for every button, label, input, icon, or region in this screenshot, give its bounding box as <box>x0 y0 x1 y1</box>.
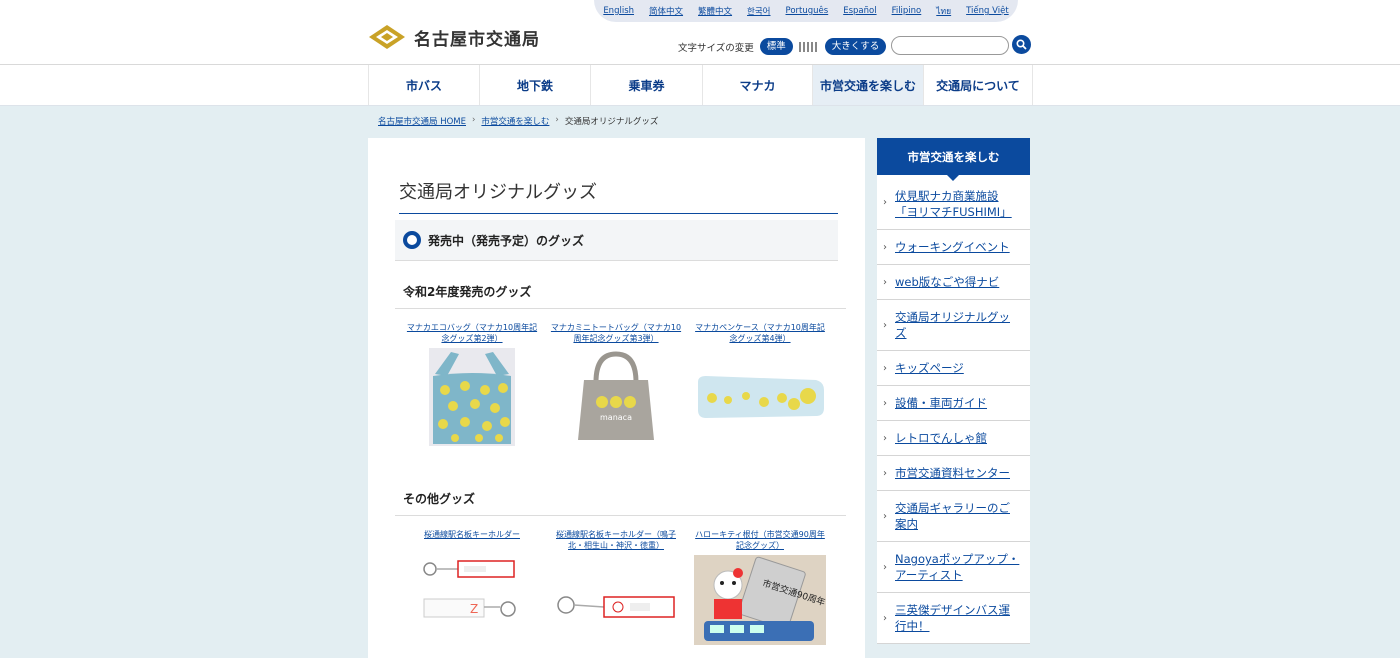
lang-link-filipino[interactable]: Filipino <box>892 6 922 16</box>
chevron-right-icon: › <box>883 197 887 208</box>
site-logo[interactable]: 名古屋市交通局 <box>368 24 540 50</box>
chevron-right-icon: › <box>883 433 887 444</box>
sidebar: 市営交通を楽しむ › 伏見駅ナカ商業施設「ヨリマチFUSHIMI」 › ウォーキ… <box>877 138 1030 644</box>
lang-link-simplified-chinese[interactable]: 简体中文 <box>649 5 683 17</box>
text-size-control: 文字サイズの変更 標準 大きくする <box>678 38 887 55</box>
tote-bag-image[interactable]: manaca <box>566 348 666 446</box>
chevron-right-icon: › <box>883 320 887 331</box>
lang-link-spanish[interactable]: Español <box>843 6 876 16</box>
sidebar-item-label[interactable]: ウォーキングイベント <box>895 240 1010 254</box>
chevron-right-icon: › <box>883 398 887 409</box>
goods-item: マナカエコバッグ（マナカ10周年記念グッズ第2弾） <box>401 322 543 446</box>
eco-bag-image[interactable] <box>429 348 515 446</box>
goods-item: マナカミニトートバッグ（マナカ10周年記念グッズ第3弾） manaca <box>545 322 687 446</box>
nav-item-tickets[interactable]: 乗車券 <box>591 65 703 105</box>
ring-bullet-icon <box>403 231 421 249</box>
sidebar-item-label[interactable]: 三英傑デザインバス運行中！ <box>895 603 1010 633</box>
sidebar-item-design-bus[interactable]: › 三英傑デザインバス運行中！ <box>877 593 1030 644</box>
chevron-right-icon: › <box>883 363 887 374</box>
subsection-heading: 令和2年度発売のグッズ <box>395 283 846 309</box>
nav-item-subway[interactable]: 地下鉄 <box>480 65 591 105</box>
goods-item: 桜通線駅名板キーホルダー（鳴子北・相生山・神沢・徳重） <box>545 529 687 645</box>
sidebar-item-walking[interactable]: › ウォーキングイベント <box>877 230 1030 265</box>
sidebar-item-label[interactable]: 伏見駅ナカ商業施設「ヨリマチFUSHIMI」 <box>895 189 1012 219</box>
sidebar-item-gallery[interactable]: › 交通局ギャラリーのご案内 <box>877 491 1030 542</box>
chevron-right-icon: › <box>883 242 887 253</box>
search-icon <box>1016 39 1027 50</box>
subsection-heading: その他グッズ <box>395 490 846 516</box>
sidebar-item-label[interactable]: 市営交通資料センター <box>895 466 1010 480</box>
lang-link-traditional-chinese[interactable]: 繁體中文 <box>698 5 732 17</box>
search-input[interactable] <box>891 36 1009 55</box>
sidebar-item-archive[interactable]: › 市営交通資料センター <box>877 456 1030 491</box>
goods-link[interactable]: ハローキティ根付（市営交通90周年記念グッズ） <box>694 529 826 551</box>
sidebar-item-popup-artist[interactable]: › Nagoyaポップアップ・アーティスト <box>877 542 1030 593</box>
breadcrumb-home[interactable]: 名古屋市交通局 HOME <box>378 115 466 127</box>
sidebar-item-kids[interactable]: › キッズページ <box>877 351 1030 386</box>
section-heading: 発売中（発売予定）のグッズ <box>395 220 838 261</box>
chevron-right-icon: › <box>883 613 887 624</box>
lang-link-thai[interactable]: ไทย <box>936 4 951 18</box>
sidebar-item-label[interactable]: レトロでんしゃ館 <box>895 431 987 445</box>
nav-item-about[interactable]: 交通局について <box>924 65 1033 105</box>
goods-link[interactable]: 桜通線駅名板キーホルダー <box>406 529 538 551</box>
keychain-image[interactable] <box>554 555 678 645</box>
nav-item-enjoy[interactable]: 市営交通を楽しむ <box>813 65 924 105</box>
logo-emblem-icon <box>369 25 405 49</box>
sidebar-item-label[interactable]: キッズページ <box>895 361 964 375</box>
goods-item: ハローキティ根付（市営交通90周年記念グッズ） 市営交通90周年 <box>689 529 831 645</box>
lang-link-vietnamese[interactable]: Tiếng Việt <box>966 6 1009 16</box>
nav-item-manaca[interactable]: マナカ <box>703 65 813 105</box>
goods-link[interactable]: マナカミニトートバッグ（マナカ10周年記念グッズ第3弾） <box>550 322 682 344</box>
sidebar-item-label[interactable]: Nagoyaポップアップ・アーティスト <box>895 552 1019 582</box>
search-button[interactable] <box>1012 35 1031 54</box>
chevron-right-icon: › <box>883 562 887 573</box>
text-size-larger-button[interactable]: 大きくする <box>824 38 887 55</box>
keychain-image[interactable]: Z <box>422 555 522 645</box>
breadcrumb-enjoy[interactable]: 市営交通を楽しむ <box>481 115 549 127</box>
sidebar-heading: 市営交通を楽しむ <box>877 138 1030 181</box>
logo-text: 名古屋市交通局 <box>414 29 540 50</box>
text-size-label: 文字サイズの変更 <box>678 42 754 54</box>
hello-kitty-charm-image[interactable]: 市営交通90周年 <box>694 555 826 645</box>
chevron-right-icon: › <box>883 511 887 522</box>
sidebar-item-label[interactable]: 交通局ギャラリーのご案内 <box>895 501 1010 531</box>
breadcrumb: 名古屋市交通局 HOME › 市営交通を楽しむ › 交通局オリジナルグッズ <box>378 115 658 127</box>
section-heading-text: 発売中（発売予定）のグッズ <box>428 233 585 248</box>
text-size-standard-button[interactable]: 標準 <box>759 38 793 55</box>
pen-case-image[interactable] <box>694 348 826 446</box>
sidebar-item-label[interactable]: web版なごや得ナビ <box>895 275 999 289</box>
goods-row: マナカエコバッグ（マナカ10周年記念グッズ第2弾） マナカミニトートバッグ（マナ… <box>401 322 833 446</box>
svg-text:Z: Z <box>470 602 478 616</box>
goods-link[interactable]: マナカペンケース（マナカ10周年記念グッズ第4弾） <box>694 322 826 344</box>
sidebar-item-guide[interactable]: › 設備・車両ガイド <box>877 386 1030 421</box>
sidebar-item-label[interactable]: 設備・車両ガイド <box>895 396 987 410</box>
sidebar-item-retro[interactable]: › レトロでんしゃ館 <box>877 421 1030 456</box>
sidebar-item-goods[interactable]: › 交通局オリジナルグッズ <box>877 300 1030 351</box>
language-bar: English 简体中文 繁體中文 한국어 Português Español … <box>594 0 1018 22</box>
goods-item: 桜通線駅名板キーホルダー Z <box>401 529 543 645</box>
main-content: 交通局オリジナルグッズ 発売中（発売予定）のグッズ 令和2年度発売のグッズ マナ… <box>368 138 865 658</box>
nav-item-city-bus[interactable]: 市バス <box>369 65 480 105</box>
lang-link-portuguese[interactable]: Português <box>786 6 829 16</box>
breadcrumb-chevron-icon: › <box>472 115 476 125</box>
sidebar-item-tokunavi[interactable]: › web版なごや得ナビ <box>877 265 1030 300</box>
lang-link-english[interactable]: English <box>603 6 634 16</box>
text-size-indicator <box>798 41 819 52</box>
chevron-right-icon: › <box>883 277 887 288</box>
page-title: 交通局オリジナルグッズ <box>399 178 838 215</box>
sidebar-item-yorimachi[interactable]: › 伏見駅ナカ商業施設「ヨリマチFUSHIMI」 <box>877 175 1030 230</box>
lang-link-korean[interactable]: 한국어 <box>747 5 770 17</box>
goods-item: マナカペンケース（マナカ10周年記念グッズ第4弾） <box>689 322 831 446</box>
sidebar-item-label[interactable]: 交通局オリジナルグッズ <box>895 310 1010 340</box>
goods-link[interactable]: マナカエコバッグ（マナカ10周年記念グッズ第2弾） <box>406 322 538 344</box>
goods-row: 桜通線駅名板キーホルダー Z 桜通線駅名板キーホルダー（鳴子北・相生山・神沢・徳… <box>401 529 833 645</box>
goods-link[interactable]: 桜通線駅名板キーホルダー（鳴子北・相生山・神沢・徳重） <box>550 529 682 551</box>
breadcrumb-chevron-icon: › <box>555 115 559 125</box>
chevron-right-icon: › <box>883 468 887 479</box>
manaca-print: manaca <box>600 413 632 422</box>
global-nav: 市バス 地下鉄 乗車券 マナカ 市営交通を楽しむ 交通局について <box>0 65 1400 106</box>
breadcrumb-current: 交通局オリジナルグッズ <box>564 117 659 127</box>
